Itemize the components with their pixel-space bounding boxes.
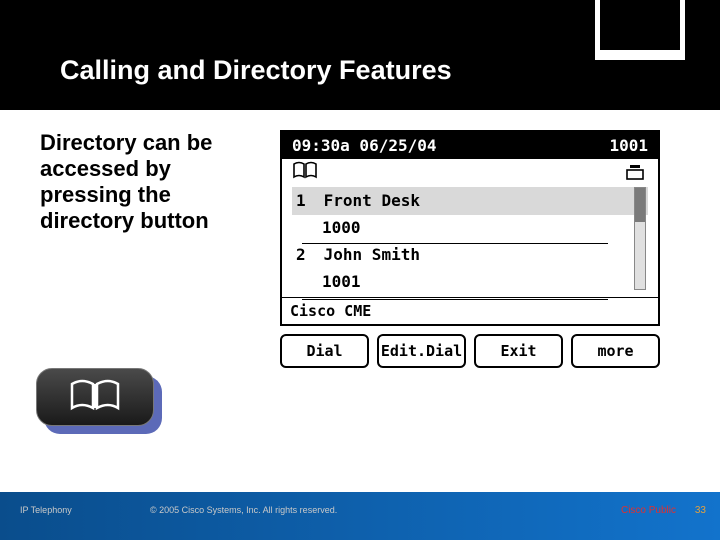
directory-list: 1 Front Desk 1000 2 John Smith 1001 bbox=[292, 187, 648, 295]
description-text: Directory can be accessed by pressing th… bbox=[40, 130, 250, 234]
footer-page-number: 33 bbox=[695, 505, 706, 516]
divider bbox=[302, 243, 608, 244]
notch-decoration-inner bbox=[600, 0, 680, 50]
directory-button-illustration bbox=[36, 368, 164, 436]
directory-button bbox=[36, 368, 154, 426]
book-icon bbox=[68, 378, 122, 417]
footer: IP Telephony © 2005 Cisco Systems, Inc. … bbox=[0, 498, 720, 522]
status-bar: 09:30a 06/25/04 1001 bbox=[282, 132, 658, 159]
lcd-frame: 09:30a 06/25/04 1001 bbox=[280, 130, 660, 326]
footer-left: IP Telephony bbox=[20, 505, 72, 515]
list-name: Front Desk bbox=[324, 191, 420, 210]
scrollbar-thumb[interactable] bbox=[635, 188, 645, 222]
list-item-number: 1001 bbox=[292, 269, 648, 295]
list-name: John Smith bbox=[324, 245, 420, 264]
prompt-line: Cisco CME bbox=[282, 297, 658, 324]
softkey-dial[interactable]: Dial bbox=[280, 334, 369, 368]
scrollbar[interactable] bbox=[634, 187, 646, 290]
footer-copyright: © 2005 Cisco Systems, Inc. All rights re… bbox=[150, 505, 337, 515]
phone-screen-mockup: 09:30a 06/25/04 1001 bbox=[280, 130, 660, 368]
phone-handset-icon bbox=[624, 163, 646, 181]
slide-body: Directory can be accessed by pressing th… bbox=[40, 130, 680, 470]
lcd-body: 1 Front Desk 1000 2 John Smith 1001 bbox=[282, 159, 658, 324]
list-item[interactable]: 2 John Smith bbox=[292, 241, 648, 269]
softkey-more[interactable]: more bbox=[571, 334, 660, 368]
list-index: 1 bbox=[296, 187, 314, 215]
softkey-exit[interactable]: Exit bbox=[474, 334, 563, 368]
softkey-editdial[interactable]: Edit.Dial bbox=[377, 334, 466, 368]
status-extension: 1001 bbox=[609, 136, 648, 155]
slide-title: Calling and Directory Features bbox=[60, 55, 452, 86]
book-icon bbox=[292, 161, 318, 183]
footer-classification: Cisco Public bbox=[621, 505, 676, 516]
list-item-number: 1000 bbox=[292, 215, 648, 241]
list-index: 2 bbox=[296, 241, 314, 269]
list-item[interactable]: 1 Front Desk bbox=[292, 187, 648, 215]
status-time-date: 09:30a 06/25/04 bbox=[292, 136, 437, 155]
slide: Calling and Directory Features Directory… bbox=[0, 0, 720, 540]
softkey-row: Dial Edit.Dial Exit more bbox=[280, 334, 660, 368]
